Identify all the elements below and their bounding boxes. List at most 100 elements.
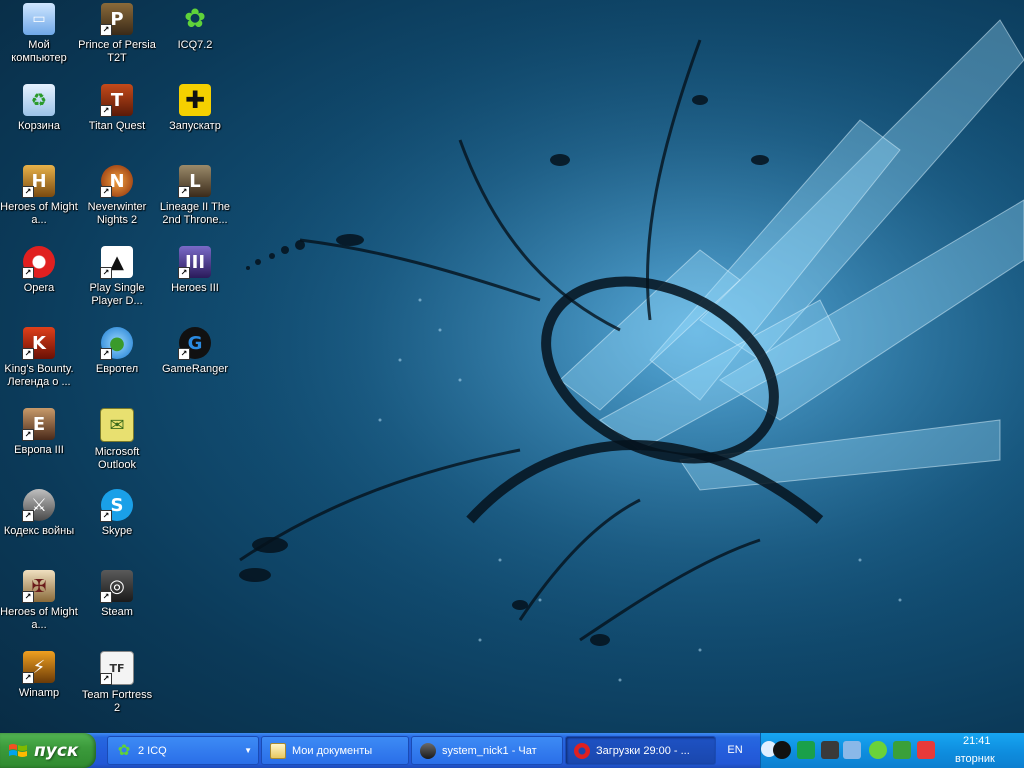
gameranger-tray-icon[interactable]	[773, 741, 791, 759]
steam-tray-icon[interactable]	[821, 741, 839, 759]
desktop-icon-icq[interactable]: ✿ ICQ7.2	[156, 3, 234, 52]
desktop-icon-kodeks-voiny[interactable]: ⚔ ↗ Кодекс войны	[0, 489, 78, 538]
desktop-icon-europa-iii[interactable]: E ↗ Европа III	[0, 408, 78, 457]
desktop-icon-label: Opera	[23, 282, 55, 294]
shortcut-arrow-icon: ↗	[100, 267, 112, 279]
desktop-icon-kings-bounty[interactable]: K ↗ King's Bounty. Легенда о ...	[0, 327, 78, 389]
desktop-icon-label: Кодекс войны	[3, 525, 75, 537]
desktop-icon-label: Корзина	[18, 120, 60, 132]
start-button[interactable]: пуск	[0, 733, 96, 768]
desktop-icon-prince-of-persia[interactable]: P ↗ Prince of Persia T2T	[78, 3, 156, 65]
desktop-icon-label: King's Bounty. Легенда о ...	[4, 363, 74, 388]
shortcut-arrow-icon: ↗	[22, 429, 34, 441]
desktop-icon-label: Winamp	[18, 687, 60, 699]
winamp-icon: ⚡ ↗	[22, 651, 55, 684]
shield-tray-icon[interactable]	[869, 741, 887, 759]
gameranger-icon: G ↗	[178, 327, 211, 360]
desktop-icon-label: Play Single Player D...	[89, 282, 145, 307]
chevron-down-icon: ▼	[244, 746, 252, 755]
desktop-icon-label: Запускатр	[169, 120, 221, 132]
icq-flower-icon: ✿	[117, 741, 131, 759]
steam-icon: ◎ ↗	[100, 570, 133, 603]
network-tray-icon[interactable]	[843, 741, 861, 759]
shortcut-arrow-icon: ↗	[22, 510, 34, 522]
desktop-icon-label: Prince of Persia T2T	[78, 39, 156, 64]
desktop-icon-label: Lineage II The 2nd Throne...	[159, 201, 231, 226]
desktop-icon-evrotel[interactable]: ● ↗ Евротел	[78, 327, 156, 376]
desktop-icon-opera[interactable]: ↗ Opera	[0, 246, 78, 295]
heroes-of-might-2-icon: ✠ ↗	[22, 570, 55, 603]
desktop-icon-recycle-bin[interactable]: ♻ Корзина	[0, 84, 78, 133]
play-single-player-icon: ▲ ↗	[100, 246, 133, 279]
taskbar-button-opera-downloads[interactable]: Загрузки 29:00 - ...	[565, 736, 716, 765]
taskbar-button-icq[interactable]: ✿ 2 ICQ ▼	[107, 736, 259, 765]
desktop-icon-label: Team Fortress 2	[81, 689, 153, 714]
desktop-icon-label: GameRanger	[161, 363, 229, 375]
shortcut-arrow-icon: ↗	[22, 186, 34, 198]
desktop-icon-outlook[interactable]: ✉ Microsoft Outlook	[78, 408, 156, 472]
desktop-icon-skype[interactable]: S ↗ Skype	[78, 489, 156, 538]
recycle-bin-icon: ♻	[23, 84, 55, 116]
desktop-icon-label: Heroes III	[171, 282, 219, 294]
europa-iii-icon: E ↗	[22, 408, 55, 441]
icq-tray-icon[interactable]	[893, 741, 911, 759]
taskbar-button-label: 2 ICQ	[138, 744, 167, 757]
lineage-icon: L ↗	[178, 165, 211, 198]
shortcut-arrow-icon: ↗	[178, 267, 190, 279]
start-button-label: пуск	[34, 740, 79, 761]
shortcut-arrow-icon: ↗	[22, 348, 34, 360]
windows-flag-icon	[9, 743, 27, 757]
shortcut-arrow-icon: ↗	[100, 510, 112, 522]
green-app-tray-icon[interactable]	[797, 741, 815, 759]
desktop-icon-label: Heroes of Might a...	[0, 201, 78, 226]
shortcut-arrow-icon: ↗	[100, 24, 112, 36]
desktop-icon-steam[interactable]: ◎ ↗ Steam	[78, 570, 156, 619]
desktop-icon-label: Steam	[101, 606, 133, 618]
shortcut-arrow-icon: ↗	[100, 105, 112, 117]
desktop-icon-heroes-of-might[interactable]: H ↗ Heroes of Might a...	[0, 165, 78, 227]
desktop-icon-label: Heroes of Might a...	[0, 606, 78, 631]
desktop-icon-neverwinter-nights[interactable]: N ↗ Neverwinter Nights 2	[78, 165, 156, 227]
desktop-icon-heroes-of-might-2[interactable]: ✠ ↗ Heroes of Might a...	[0, 570, 78, 632]
heroes-of-might-icon: H ↗	[22, 165, 55, 198]
desktop-icon-label: Microsoft Outlook	[94, 446, 140, 471]
taskbar-button-label: Загрузки 29:00 - ...	[596, 744, 690, 757]
desktop-icon-heroes-iii[interactable]: III ↗ Heroes III	[156, 246, 234, 295]
shortcut-arrow-icon: ↗	[22, 591, 34, 603]
desktop-icon-winamp[interactable]: ⚡ ↗ Winamp	[0, 651, 78, 700]
desktop-icon-team-fortress[interactable]: TF ↗ Team Fortress 2	[78, 651, 156, 715]
taskbar-button-steam-chat[interactable]: system_nick1 - Чат	[411, 736, 563, 765]
icq-flower-icon: ✿	[184, 4, 206, 34]
desktop-icon-label: Мой компьютер	[11, 39, 67, 64]
shortcut-arrow-icon: ↗	[100, 673, 112, 685]
taskbar-button-my-documents[interactable]: Мои документы	[261, 736, 409, 765]
desktop-icon-gameranger[interactable]: G ↗ GameRanger	[156, 327, 234, 376]
shortcut-arrow-icon: ↗	[100, 186, 112, 198]
shortcut-arrow-icon: ↗	[100, 348, 112, 360]
my-computer-icon: ▭	[23, 3, 55, 35]
desktop-icon-play-single-player[interactable]: ▲ ↗ Play Single Player D...	[78, 246, 156, 308]
desktop-icon-my-computer[interactable]: ▭ Мой компьютер	[0, 3, 78, 65]
desktop-icon-lineage[interactable]: L ↗ Lineage II The 2nd Throne...	[156, 165, 234, 227]
shortcut-arrow-icon: ↗	[22, 267, 34, 279]
shortcut-arrow-icon: ↗	[22, 672, 34, 684]
opera-icon: ↗	[22, 246, 55, 279]
desktop-icon-label: Titan Quest	[88, 120, 146, 132]
desktop-icon-titan-quest[interactable]: T ↗ Titan Quest	[78, 84, 156, 133]
zapuskatr-icon: ✚	[179, 84, 211, 116]
team-fortress-icon: TF ↗	[100, 651, 134, 685]
folder-icon	[270, 742, 286, 759]
evrotel-globe-icon: ● ↗	[100, 327, 133, 360]
desktop-icon-label: Европа III	[14, 444, 64, 456]
desktop-icon-zapuskatr[interactable]: ✚ Запускатр	[156, 84, 234, 133]
desktop-icon-label: ICQ7.2	[177, 39, 213, 51]
steam-icon	[420, 742, 436, 759]
clock-time[interactable]: 21:41	[963, 735, 991, 747]
desktop-icon-label: Skype	[101, 525, 133, 537]
kodeks-voiny-icon: ⚔ ↗	[22, 489, 55, 522]
volume-tray-icon[interactable]	[917, 741, 935, 759]
taskbar-button-label: system_nick1 - Чат	[442, 744, 537, 757]
shortcut-arrow-icon: ↗	[100, 591, 112, 603]
neverwinter-nights-icon: N ↗	[100, 165, 133, 198]
language-indicator[interactable]: EN	[723, 740, 747, 760]
